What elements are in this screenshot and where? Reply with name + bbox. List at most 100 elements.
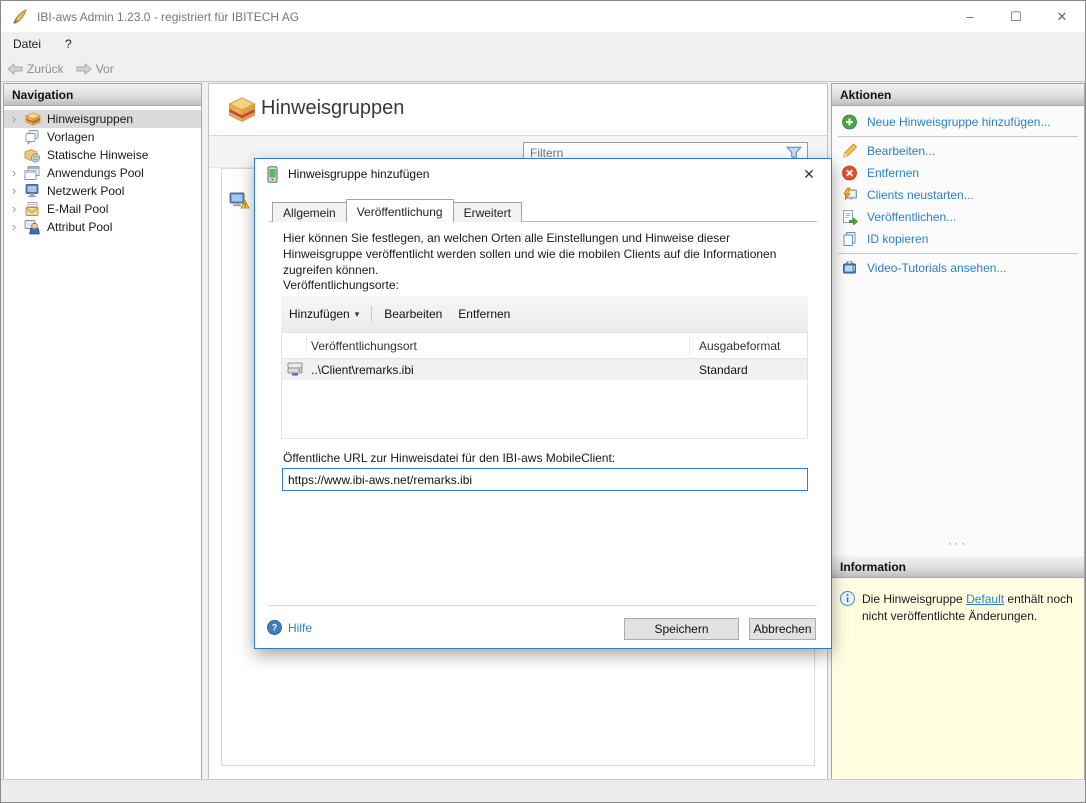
sidebar-item-email-pool[interactable]: › E-Mail Pool <box>4 200 201 218</box>
dialog-title-bar: Hinweisgruppe hinzufügen ✕ <box>255 159 831 189</box>
sidebar-item-label: Statische Hinweise <box>47 148 148 162</box>
network-drive-icon <box>286 362 304 377</box>
chevron-right-icon[interactable]: › <box>4 202 24 216</box>
dialog-title: Hinweisgruppe hinzufügen <box>288 167 429 181</box>
help-link[interactable]: ? Hilfe <box>267 620 312 635</box>
menu-help[interactable]: ? <box>53 32 84 56</box>
action-neue-hinweisgruppe[interactable]: Neue Hinweisgruppe hinzufügen... <box>832 111 1084 133</box>
actions-header: Aktionen <box>832 84 1084 106</box>
notice-group-icon <box>24 111 42 127</box>
dropdown-arrow-icon: ▾ <box>355 309 360 320</box>
tab-veroeffentlichung[interactable]: Veröffentlichung <box>346 199 454 223</box>
templates-icon <box>24 129 42 145</box>
restart-clients-icon <box>841 187 858 203</box>
sidebar-item-hinweisgruppen[interactable]: › Hinweisgruppen <box>4 110 201 128</box>
locations-label: Veröffentlichungsorte: <box>283 278 399 292</box>
locations-toolbar: Hinzufügen ▾ Bearbeiten Entfernen <box>281 296 808 332</box>
close-button[interactable]: ✕ <box>1039 1 1085 32</box>
information-header: Information <box>832 556 1084 578</box>
information-message: Die Hinweisgruppe Default enthält noch n… <box>862 591 1076 626</box>
chevron-right-icon[interactable]: › <box>4 112 24 126</box>
navigation-panel: Navigation › Hinweisgruppen <box>3 83 202 780</box>
sidebar-item-statische-hinweise[interactable]: Statische Hinweise <box>4 146 201 164</box>
video-tutorials-icon <box>841 260 858 276</box>
nav-toolbar: Zurück Vor <box>1 56 1085 82</box>
monitor-warning-icon <box>229 192 250 209</box>
app-logo-icon <box>11 8 29 26</box>
sidebar-item-netzwerk-pool[interactable]: › Netzwerk Pool <box>4 182 201 200</box>
forward-label: Vor <box>96 62 114 76</box>
edit-location-button[interactable]: Bearbeiten <box>376 303 450 325</box>
main-title-row: Hinweisgruppen <box>209 84 827 135</box>
cancel-button[interactable]: Abbrechen <box>749 618 816 640</box>
action-entfernen[interactable]: Entfernen <box>832 162 1084 184</box>
action-veroeffentlichen[interactable]: Veröffentlichen... <box>832 206 1084 228</box>
tab-erweitert[interactable]: Erweitert <box>453 202 522 222</box>
sidebar-item-label: Hinweisgruppen <box>47 112 133 126</box>
chevron-right-icon[interactable]: › <box>4 184 24 198</box>
sidebar-item-label: E-Mail Pool <box>47 202 108 216</box>
action-label: Veröffentlichen... <box>867 210 956 224</box>
action-clients-neustarten[interactable]: Clients neustarten... <box>832 184 1084 206</box>
navigation-header: Navigation <box>4 84 201 106</box>
help-icon: ? <box>267 620 282 635</box>
edit-pencil-icon <box>841 143 858 159</box>
action-bearbeiten[interactable]: Bearbeiten... <box>832 140 1084 162</box>
dialog-tabstrip: Allgemein Veröffentlichung Erweitert <box>272 198 521 222</box>
add-location-label: Hinzufügen <box>289 307 350 321</box>
svg-text:?: ? <box>272 623 278 633</box>
column-header-format[interactable]: Ausgabeformat <box>699 339 780 353</box>
locations-table-header: Veröffentlichungsort Ausgabeformat <box>282 333 807 359</box>
back-button[interactable]: Zurück <box>1 56 70 81</box>
static-notices-icon <box>24 147 42 163</box>
save-button[interactable]: Speichern <box>624 618 739 640</box>
forward-button[interactable]: Vor <box>70 56 120 81</box>
menu-datei[interactable]: Datei <box>1 32 53 56</box>
footer-divider <box>269 605 817 606</box>
location-cell: ..\Client\remarks.ibi <box>311 363 414 377</box>
back-label: Zurück <box>27 62 64 76</box>
minimize-button[interactable]: – <box>947 1 993 32</box>
info-icon <box>840 591 855 606</box>
sidebar-item-label: Vorlagen <box>47 130 94 144</box>
dialog-close-button[interactable]: ✕ <box>793 162 825 186</box>
action-label: Entfernen <box>867 166 919 180</box>
help-label: Hilfe <box>288 621 312 635</box>
publish-icon <box>841 209 858 225</box>
add-icon <box>841 114 858 130</box>
chevron-right-icon[interactable]: › <box>4 220 24 234</box>
add-location-button[interactable]: Hinzufügen ▾ <box>281 303 367 325</box>
panel-splitter-handle[interactable]: ··· <box>832 540 1084 548</box>
column-header-location[interactable]: Veröffentlichungsort <box>311 339 417 353</box>
information-body: Die Hinweisgruppe Default enthält noch n… <box>832 579 1084 779</box>
sidebar-item-label: Netzwerk Pool <box>47 184 124 198</box>
action-video-tutorials[interactable]: Video-Tutorials ansehen... <box>832 257 1084 279</box>
default-group-link[interactable]: Default <box>966 592 1004 606</box>
action-id-kopieren[interactable]: ID kopieren <box>832 228 1084 250</box>
mobile-client-icon <box>266 166 279 183</box>
chevron-right-icon[interactable]: › <box>4 166 24 180</box>
maximize-button[interactable]: ☐ <box>993 1 1039 32</box>
status-bar <box>1 779 1085 803</box>
column-divider <box>689 336 690 355</box>
location-row[interactable]: ..\Client\remarks.ibi Standard <box>282 359 807 380</box>
locations-table: Veröffentlichungsort Ausgabeformat ..\Cl… <box>281 332 808 439</box>
action-label: ID kopieren <box>867 232 928 246</box>
actions-panel: Aktionen Neue Hinweisgruppe hinzufügen..… <box>831 83 1085 780</box>
sidebar-item-label: Attribut Pool <box>47 220 112 234</box>
tab-allgemein[interactable]: Allgemein <box>272 202 347 222</box>
copy-id-icon <box>841 231 858 247</box>
toolbar-separator <box>371 306 372 322</box>
sidebar-item-anwendungs-pool[interactable]: › Anwendungs Pool <box>4 164 201 182</box>
action-label: Neue Hinweisgruppe hinzufügen... <box>867 115 1050 129</box>
sidebar-item-vorlagen[interactable]: Vorlagen <box>4 128 201 146</box>
window-title: IBI-aws Admin 1.23.0 - registriert für I… <box>37 10 299 24</box>
column-divider <box>306 336 307 355</box>
remove-location-button[interactable]: Entfernen <box>450 303 518 325</box>
network-pool-icon <box>24 183 42 199</box>
action-label: Video-Tutorials ansehen... <box>867 261 1006 275</box>
sidebar-item-attribut-pool[interactable]: › Attribut Pool <box>4 218 201 236</box>
application-pool-icon <box>24 165 42 181</box>
sidebar-item-label: Anwendungs Pool <box>47 166 144 180</box>
mobile-url-input[interactable] <box>282 468 808 491</box>
